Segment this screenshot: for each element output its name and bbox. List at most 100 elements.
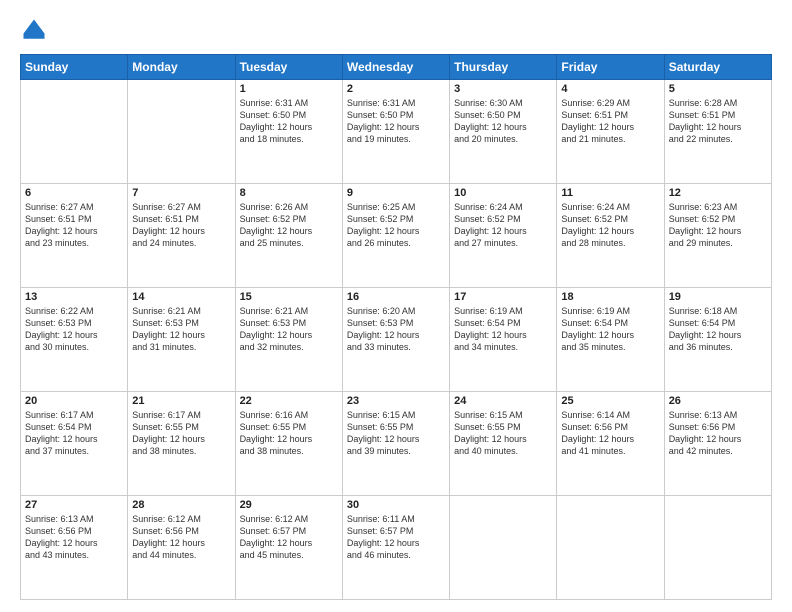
daylight-text: Daylight: 12 hoursand 22 minutes.	[669, 121, 767, 145]
sunrise-text: Sunrise: 6:13 AM	[25, 513, 123, 525]
daylight-text: Daylight: 12 hoursand 37 minutes.	[25, 433, 123, 457]
sunset-text: Sunset: 6:52 PM	[240, 213, 338, 225]
sunset-text: Sunset: 6:54 PM	[454, 317, 552, 329]
day-number: 23	[347, 395, 445, 407]
day-info: Sunrise: 6:17 AMSunset: 6:55 PMDaylight:…	[132, 409, 230, 458]
page: SundayMondayTuesdayWednesdayThursdayFrid…	[0, 0, 792, 612]
daylight-text: Daylight: 12 hoursand 36 minutes.	[669, 329, 767, 353]
daylight-text: Daylight: 12 hoursand 35 minutes.	[561, 329, 659, 353]
daylight-text: Daylight: 12 hoursand 46 minutes.	[347, 537, 445, 561]
calendar-cell: 15Sunrise: 6:21 AMSunset: 6:53 PMDayligh…	[235, 288, 342, 392]
day-info: Sunrise: 6:13 AMSunset: 6:56 PMDaylight:…	[669, 409, 767, 458]
calendar-cell	[557, 496, 664, 600]
day-info: Sunrise: 6:15 AMSunset: 6:55 PMDaylight:…	[347, 409, 445, 458]
calendar-cell	[128, 80, 235, 184]
calendar-week-row: 6Sunrise: 6:27 AMSunset: 6:51 PMDaylight…	[21, 184, 772, 288]
calendar-cell: 16Sunrise: 6:20 AMSunset: 6:53 PMDayligh…	[342, 288, 449, 392]
day-number: 2	[347, 83, 445, 95]
sunset-text: Sunset: 6:50 PM	[240, 109, 338, 121]
day-number: 21	[132, 395, 230, 407]
calendar-cell: 5Sunrise: 6:28 AMSunset: 6:51 PMDaylight…	[664, 80, 771, 184]
sunrise-text: Sunrise: 6:23 AM	[669, 201, 767, 213]
sunset-text: Sunset: 6:52 PM	[347, 213, 445, 225]
day-number: 12	[669, 187, 767, 199]
sunrise-text: Sunrise: 6:24 AM	[561, 201, 659, 213]
sunset-text: Sunset: 6:52 PM	[561, 213, 659, 225]
calendar-cell: 17Sunrise: 6:19 AMSunset: 6:54 PMDayligh…	[450, 288, 557, 392]
calendar-cell: 20 Sunrise: 6:17 AMSunset: 6:54 PMDayligh…	[21, 392, 128, 496]
sunrise-text: Sunrise: 6:19 AM	[454, 305, 552, 317]
day-info: Sunrise: 6:27 AMSunset: 6:51 PMDaylight:…	[25, 201, 123, 250]
sunset-text: Sunset: 6:56 PM	[669, 421, 767, 433]
sunrise-text: Sunrise: 6:18 AM	[669, 305, 767, 317]
logo-icon	[20, 16, 48, 44]
day-number: 28	[132, 499, 230, 511]
calendar-week-row: 13 Sunrise: 6:22 AMSunset: 6:53 PMDayligh…	[21, 288, 772, 392]
sunset-text: Sunset: 6:56 PM	[25, 525, 123, 537]
day-number: 6	[25, 187, 123, 199]
sunrise-text: Sunrise: 6:14 AM	[561, 409, 659, 421]
day-number: 9	[347, 187, 445, 199]
sunrise-text: Sunrise: 6:15 AM	[454, 409, 552, 421]
weekday-header-monday: Monday	[128, 55, 235, 80]
calendar-cell: 4Sunrise: 6:29 AMSunset: 6:51 PMDaylight…	[557, 80, 664, 184]
day-info: Sunrise: 6:12 AMSunset: 6:57 PMDaylight:…	[240, 513, 338, 562]
day-number: 11	[561, 187, 659, 199]
sunrise-text: Sunrise: 6:24 AM	[454, 201, 552, 213]
sunset-text: Sunset: 6:53 PM	[132, 317, 230, 329]
day-info: Sunrise: 6:22 AMSunset: 6:53 PMDaylight:…	[25, 305, 123, 354]
daylight-text: Daylight: 12 hoursand 19 minutes.	[347, 121, 445, 145]
calendar-cell: 12Sunrise: 6:23 AMSunset: 6:52 PMDayligh…	[664, 184, 771, 288]
daylight-text: Daylight: 12 hoursand 32 minutes.	[240, 329, 338, 353]
weekday-header-tuesday: Tuesday	[235, 55, 342, 80]
daylight-text: Daylight: 12 hoursand 45 minutes.	[240, 537, 338, 561]
sunrise-text: Sunrise: 6:19 AM	[561, 305, 659, 317]
calendar-cell: 10Sunrise: 6:24 AMSunset: 6:52 PMDayligh…	[450, 184, 557, 288]
day-info: Sunrise: 6:11 AMSunset: 6:57 PMDaylight:…	[347, 513, 445, 562]
sunset-text: Sunset: 6:50 PM	[347, 109, 445, 121]
sunrise-text: Sunrise: 6:27 AM	[25, 201, 123, 213]
day-number: 13	[25, 291, 123, 303]
daylight-text: Daylight: 12 hoursand 29 minutes.	[669, 225, 767, 249]
sunset-text: Sunset: 6:55 PM	[132, 421, 230, 433]
calendar-cell: 28Sunrise: 6:12 AMSunset: 6:56 PMDayligh…	[128, 496, 235, 600]
calendar-cell: 19Sunrise: 6:18 AMSunset: 6:54 PMDayligh…	[664, 288, 771, 392]
sunrise-text: Sunrise: 6:20 AM	[347, 305, 445, 317]
daylight-text: Daylight: 12 hoursand 41 minutes.	[561, 433, 659, 457]
sunrise-text: Sunrise: 6:31 AM	[240, 97, 338, 109]
sunrise-text: Sunrise: 6:30 AM	[454, 97, 552, 109]
day-number: 17	[454, 291, 552, 303]
daylight-text: Daylight: 12 hoursand 40 minutes.	[454, 433, 552, 457]
day-number: 14	[132, 291, 230, 303]
calendar-cell	[21, 80, 128, 184]
calendar-cell: 30Sunrise: 6:11 AMSunset: 6:57 PMDayligh…	[342, 496, 449, 600]
sunset-text: Sunset: 6:51 PM	[561, 109, 659, 121]
daylight-text: Daylight: 12 hoursand 44 minutes.	[132, 537, 230, 561]
weekday-header-friday: Friday	[557, 55, 664, 80]
day-info: Sunrise: 6:14 AMSunset: 6:56 PMDaylight:…	[561, 409, 659, 458]
sunrise-text: Sunrise: 6:12 AM	[240, 513, 338, 525]
day-info: Sunrise: 6:30 AMSunset: 6:50 PMDaylight:…	[454, 97, 552, 146]
day-number: 26	[669, 395, 767, 407]
day-number: 3	[454, 83, 552, 95]
day-info: Sunrise: 6:25 AMSunset: 6:52 PMDaylight:…	[347, 201, 445, 250]
daylight-text: Daylight: 12 hoursand 42 minutes.	[669, 433, 767, 457]
daylight-text: Daylight: 12 hoursand 25 minutes.	[240, 225, 338, 249]
daylight-text: Daylight: 12 hoursand 24 minutes.	[132, 225, 230, 249]
sunset-text: Sunset: 6:54 PM	[25, 421, 123, 433]
sunrise-text: Sunrise: 6:13 AM	[669, 409, 767, 421]
calendar-cell: 29Sunrise: 6:12 AMSunset: 6:57 PMDayligh…	[235, 496, 342, 600]
calendar-cell: 27Sunrise: 6:13 AMSunset: 6:56 PMDayligh…	[21, 496, 128, 600]
daylight-text: Daylight: 12 hoursand 23 minutes.	[25, 225, 123, 249]
daylight-text: Daylight: 12 hoursand 39 minutes.	[347, 433, 445, 457]
sunset-text: Sunset: 6:54 PM	[669, 317, 767, 329]
day-info: Sunrise: 6:31 AMSunset: 6:50 PMDaylight:…	[347, 97, 445, 146]
sunrise-text: Sunrise: 6:17 AM	[25, 409, 123, 421]
sunset-text: Sunset: 6:57 PM	[347, 525, 445, 537]
day-number: 22	[240, 395, 338, 407]
sunset-text: Sunset: 6:51 PM	[25, 213, 123, 225]
day-info: Sunrise: 6:18 AMSunset: 6:54 PMDaylight:…	[669, 305, 767, 354]
day-number: 20	[25, 395, 123, 407]
sunset-text: Sunset: 6:53 PM	[347, 317, 445, 329]
sunset-text: Sunset: 6:51 PM	[132, 213, 230, 225]
